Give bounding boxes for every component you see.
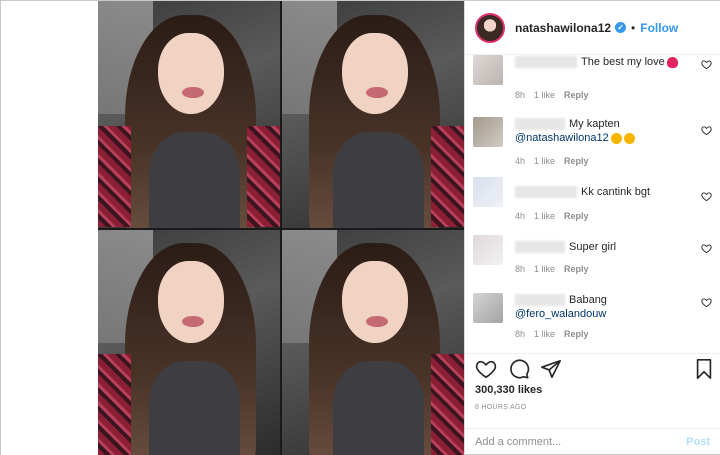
post-photo-collage[interactable] xyxy=(98,1,465,455)
comment-body: Kk cantink bgt xyxy=(581,186,651,198)
post-header: natashawilona12 ✓ • Follow xyxy=(465,1,720,55)
comment-likes[interactable]: 1 like xyxy=(534,156,555,166)
verified-badge-icon: ✓ xyxy=(615,22,627,33)
photo-tile xyxy=(98,1,280,228)
photo-tile xyxy=(282,1,464,228)
comments-list[interactable]: The best my love 8h 1 like Reply My kapten… xyxy=(465,55,720,353)
comment-time: 8h xyxy=(515,329,526,339)
photo-tile xyxy=(282,229,464,455)
comment-meta: 8h 1 like Reply xyxy=(515,264,598,274)
separator-dot: • xyxy=(631,20,636,35)
post-comment-button[interactable]: Post xyxy=(686,436,710,448)
like-comment-heart-icon[interactable] xyxy=(701,125,712,136)
likes-count[interactable]: 300,330 likes xyxy=(475,384,542,396)
blurred-username xyxy=(515,241,565,254)
comment-avatar[interactable] xyxy=(473,177,503,207)
avatar[interactable] xyxy=(475,12,505,43)
like-heart-icon[interactable] xyxy=(475,358,497,380)
add-comment-input[interactable] xyxy=(475,436,687,448)
comment-meta: 4h 1 like Reply xyxy=(515,211,598,221)
reply-button[interactable]: Reply xyxy=(564,211,589,221)
comment-meta: 4h 1 like Reply xyxy=(515,156,598,166)
username-link[interactable]: natashawilona12 xyxy=(515,21,611,35)
like-comment-heart-icon[interactable] xyxy=(701,59,712,70)
action-icons-row xyxy=(475,358,715,384)
bookmark-save-icon[interactable] xyxy=(693,358,715,380)
comment-time: 8h xyxy=(515,264,526,274)
blurred-username xyxy=(515,186,577,199)
comment-meta: 8h 1 like Reply xyxy=(515,329,598,339)
comment-likes[interactable]: 1 like xyxy=(534,90,555,100)
post-actions: 300,330 likes 8 HOURS AGO Post xyxy=(465,353,720,453)
post-sidebar: natashawilona12 ✓ • Follow The best my l… xyxy=(465,1,720,454)
reply-button[interactable]: Reply xyxy=(564,264,589,274)
comment-likes[interactable]: 1 like xyxy=(534,329,555,339)
comment-text: Super girl xyxy=(515,240,685,254)
mention-link[interactable]: @fero_walandouw xyxy=(515,308,606,320)
comment-text: Babang @fero_walandouw xyxy=(515,293,685,321)
comment-time: 4h xyxy=(515,211,526,221)
reply-button[interactable]: Reply xyxy=(564,90,589,100)
comment-avatar[interactable] xyxy=(473,55,503,85)
comment-body: My kapten xyxy=(569,118,620,130)
comment-meta: 8h 1 like Reply xyxy=(515,90,598,100)
comment-avatar[interactable] xyxy=(473,117,503,147)
comment-avatar[interactable] xyxy=(473,293,503,323)
post-timestamp[interactable]: 8 HOURS AGO xyxy=(475,404,527,411)
comment-time: 8h xyxy=(515,90,526,100)
blurred-username xyxy=(515,294,565,307)
left-margin xyxy=(1,1,98,455)
comment-avatar[interactable] xyxy=(473,235,503,265)
share-send-icon[interactable] xyxy=(540,358,562,380)
like-comment-heart-icon[interactable] xyxy=(701,297,712,308)
comment-likes[interactable]: 1 like xyxy=(534,264,555,274)
reply-button[interactable]: Reply xyxy=(564,329,589,339)
comment-text: Kk cantink bgt xyxy=(515,185,685,199)
heart-emoji-icon xyxy=(666,56,678,68)
photo-tile xyxy=(98,229,280,455)
smile-emoji-icon xyxy=(623,132,635,144)
comment-likes[interactable]: 1 like xyxy=(534,211,555,221)
instagram-post-window: natashawilona12 ✓ • Follow The best my l… xyxy=(0,0,720,455)
heart-eyes-emoji-icon xyxy=(610,132,622,144)
comment-bubble-icon[interactable] xyxy=(508,358,530,380)
comment-text: My kapten @natashawilona12 xyxy=(515,117,685,145)
mention-link[interactable]: @natashawilona12 xyxy=(515,132,609,144)
reply-button[interactable]: Reply xyxy=(564,156,589,166)
comment-body: Babang xyxy=(569,294,607,306)
comment-time: 4h xyxy=(515,156,526,166)
like-comment-heart-icon[interactable] xyxy=(701,243,712,254)
comment-body: Super girl xyxy=(569,241,617,253)
comment-text: The best my love xyxy=(515,55,685,69)
blurred-username xyxy=(515,56,577,69)
like-comment-heart-icon[interactable] xyxy=(701,191,712,202)
follow-button[interactable]: Follow xyxy=(640,21,678,35)
comment-body: The best my love xyxy=(581,56,665,68)
comment-composer: Post xyxy=(465,428,720,455)
blurred-username xyxy=(515,118,565,131)
